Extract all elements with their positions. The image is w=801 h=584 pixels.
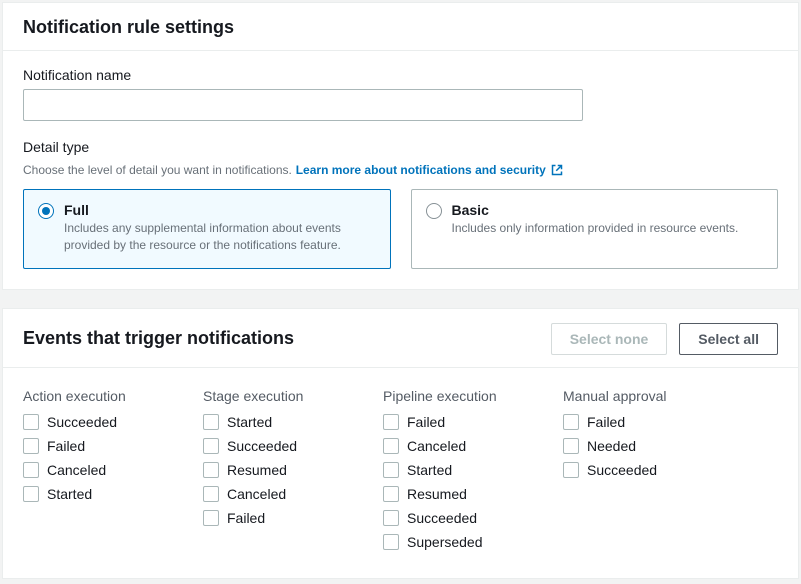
event-checkbox-label: Canceled [407, 438, 466, 454]
event-checkbox-row[interactable]: Superseded [383, 534, 523, 550]
events-grid: Action executionSucceededFailedCanceledS… [23, 384, 778, 558]
settings-header: Notification rule settings [3, 3, 798, 51]
event-checkbox-row[interactable]: Succeeded [23, 414, 163, 430]
event-checkbox-label: Canceled [47, 462, 106, 478]
event-column-title: Stage execution [203, 388, 343, 404]
event-column-title: Manual approval [563, 388, 703, 404]
event-checkbox-row[interactable]: Failed [203, 510, 343, 526]
events-buttons: Select none Select all [551, 323, 778, 355]
event-checkbox-label: Canceled [227, 486, 286, 502]
event-checkbox-row[interactable]: Started [203, 414, 343, 430]
detail-option-full[interactable]: Full Includes any supplemental informati… [23, 189, 391, 269]
event-column: Action execution Succeeded Failed Canceled S… [23, 388, 163, 558]
checkbox-icon [203, 414, 219, 430]
event-column: Manual approval Failed Needed Succeeded [563, 388, 703, 558]
detail-option-title: Basic [452, 202, 739, 218]
event-column-title: Pipeline execution [383, 388, 523, 404]
notification-name-input[interactable] [23, 89, 583, 121]
event-checkbox-label: Succeeded [227, 438, 297, 454]
checkbox-icon [203, 510, 219, 526]
event-column: Pipeline execution Failed Canceled Started R… [383, 388, 523, 558]
checkbox-icon [563, 414, 579, 430]
checkbox-icon [383, 486, 399, 502]
detail-option-desc: Includes only information provided in re… [452, 220, 739, 237]
detail-option-desc: Includes any supplemental information ab… [64, 220, 376, 254]
event-checkbox-row[interactable]: Resumed [203, 462, 343, 478]
events-title: Events that trigger notifications [23, 328, 294, 349]
event-checkbox-row[interactable]: Succeeded [203, 438, 343, 454]
event-column: Stage execution Started Succeeded Resumed Ca… [203, 388, 343, 558]
events-panel: Events that trigger notifications Select… [2, 308, 799, 579]
detail-type-label: Detail type [23, 139, 778, 155]
event-checkbox-label: Failed [47, 438, 85, 454]
event-checkbox-row[interactable]: Succeeded [563, 462, 703, 478]
event-checkbox-row[interactable]: Succeeded [383, 510, 523, 526]
checkbox-icon [203, 486, 219, 502]
checkbox-icon [563, 462, 579, 478]
select-all-button[interactable]: Select all [679, 323, 778, 355]
settings-body: Notification name Detail type Choose the… [3, 51, 798, 289]
event-checkbox-row[interactable]: Started [23, 486, 163, 502]
checkbox-icon [383, 534, 399, 550]
learn-more-link[interactable]: Learn more about notifications and secur… [296, 163, 563, 177]
checkbox-icon [383, 462, 399, 478]
detail-option-title: Full [64, 202, 376, 218]
external-link-icon [551, 164, 563, 176]
event-checkbox-row[interactable]: Failed [23, 438, 163, 454]
event-checkbox-row[interactable]: Failed [383, 414, 523, 430]
event-column-title: Action execution [23, 388, 163, 404]
event-checkbox-label: Superseded [407, 534, 483, 550]
events-body: Action executionSucceededFailedCanceledS… [3, 368, 798, 578]
event-checkbox-label: Resumed [227, 462, 287, 478]
settings-title: Notification rule settings [23, 17, 234, 38]
learn-more-text: Learn more about notifications and secur… [296, 163, 546, 177]
notification-name-label: Notification name [23, 67, 778, 83]
checkbox-icon [383, 414, 399, 430]
event-checkbox-label: Failed [407, 414, 445, 430]
event-checkbox-label: Started [407, 462, 452, 478]
detail-type-options: Full Includes any supplemental informati… [23, 189, 778, 269]
radio-icon [426, 203, 442, 219]
checkbox-icon [383, 438, 399, 454]
event-checkbox-row[interactable]: Failed [563, 414, 703, 430]
event-checkbox-row[interactable]: Canceled [383, 438, 523, 454]
checkbox-icon [23, 462, 39, 478]
event-checkbox-label: Started [47, 486, 92, 502]
event-checkbox-label: Failed [587, 414, 625, 430]
event-checkbox-row[interactable]: Started [383, 462, 523, 478]
select-none-button[interactable]: Select none [551, 323, 668, 355]
event-checkbox-label: Succeeded [407, 510, 477, 526]
radio-icon [38, 203, 54, 219]
detail-type-hint: Choose the level of detail you want in n… [23, 163, 292, 177]
event-checkbox-row[interactable]: Canceled [23, 462, 163, 478]
settings-panel: Notification rule settings Notification … [2, 2, 799, 290]
event-checkbox-label: Succeeded [47, 414, 117, 430]
checkbox-icon [23, 438, 39, 454]
checkbox-icon [203, 438, 219, 454]
event-checkbox-label: Needed [587, 438, 636, 454]
checkbox-icon [23, 486, 39, 502]
event-checkbox-row[interactable]: Resumed [383, 486, 523, 502]
detail-type-hint-row: Choose the level of detail you want in n… [23, 161, 778, 177]
events-header: Events that trigger notifications Select… [3, 309, 798, 368]
event-checkbox-label: Succeeded [587, 462, 657, 478]
detail-option-basic[interactable]: Basic Includes only information provided… [411, 189, 779, 269]
checkbox-icon [23, 414, 39, 430]
checkbox-icon [383, 510, 399, 526]
checkbox-icon [203, 462, 219, 478]
event-checkbox-row[interactable]: Canceled [203, 486, 343, 502]
checkbox-icon [563, 438, 579, 454]
event-checkbox-label: Resumed [407, 486, 467, 502]
event-checkbox-row[interactable]: Needed [563, 438, 703, 454]
event-checkbox-label: Started [227, 414, 272, 430]
event-checkbox-label: Failed [227, 510, 265, 526]
